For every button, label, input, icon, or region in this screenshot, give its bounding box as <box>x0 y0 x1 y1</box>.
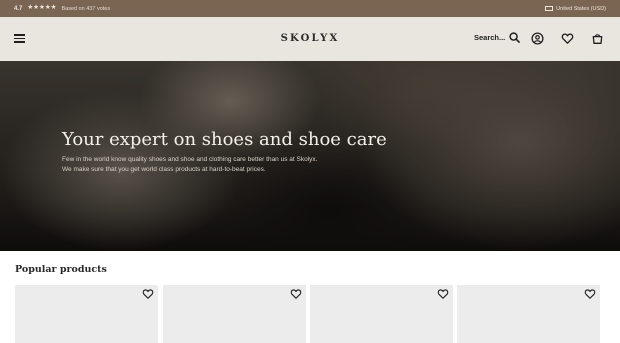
heart-icon[interactable] <box>290 288 302 300</box>
rating-votes: Based on 437 votes <box>61 5 111 12</box>
announcement-bar: 4.7 ★★★★★ Based on 437 votes United Stat… <box>0 0 620 17</box>
account-icon[interactable] <box>531 32 544 45</box>
search-icon <box>509 32 521 43</box>
product-card[interactable] <box>310 285 453 343</box>
heart-icon[interactable] <box>437 288 449 300</box>
site-logo[interactable]: SKOLYX <box>0 33 620 44</box>
product-card[interactable] <box>163 285 306 343</box>
popular-products-title: Popular products <box>15 264 107 275</box>
hero-banner: Your expert on shoes and shoe care Few i… <box>0 61 620 251</box>
product-card[interactable] <box>457 285 600 343</box>
region-label: United States (USD) <box>556 5 606 12</box>
rating-score: 4.7 <box>14 5 23 12</box>
region-selector[interactable]: United States (USD) <box>545 6 606 12</box>
heart-icon[interactable] <box>142 288 154 300</box>
flag-icon <box>545 6 554 11</box>
site-header: SKOLYX Search... <box>0 17 620 61</box>
heart-icon[interactable] <box>561 32 574 45</box>
search-label: Search... <box>474 33 506 42</box>
hero-headline: Your expert on shoes and shoe care <box>62 129 387 150</box>
rating-stars: ★★★★★ <box>27 5 56 12</box>
menu-icon <box>14 34 25 36</box>
heart-icon[interactable] <box>584 288 596 300</box>
star-icon: ★★★★★ <box>27 4 57 12</box>
hero-text-line-1: Few in the world know quality shoes and … <box>62 156 318 163</box>
menu-button[interactable] <box>14 33 25 44</box>
product-card[interactable] <box>15 285 158 343</box>
hero-text-line-2: We make sure that you get world class pr… <box>62 166 266 173</box>
bag-icon[interactable] <box>591 32 604 45</box>
search-button[interactable]: Search... <box>474 32 521 43</box>
